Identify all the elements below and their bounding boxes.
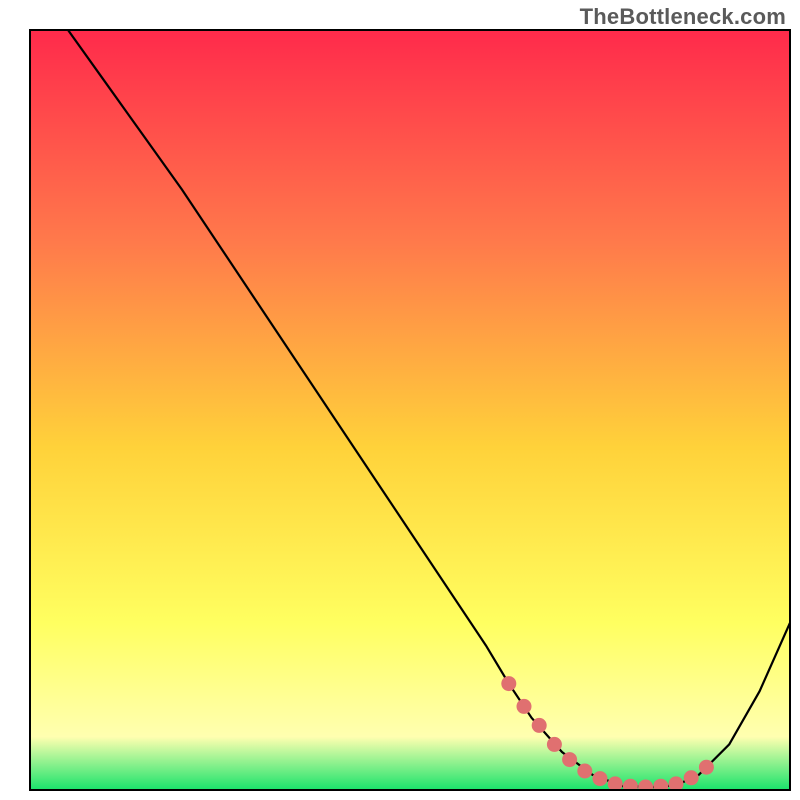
marker-dot	[593, 771, 608, 786]
marker-dot	[517, 699, 532, 714]
marker-dot	[547, 737, 562, 752]
marker-dot	[577, 764, 592, 779]
marker-dot	[653, 779, 668, 794]
gradient-background	[30, 30, 790, 790]
bottleneck-chart	[0, 0, 800, 800]
marker-dot	[638, 780, 653, 795]
marker-dot	[501, 676, 516, 691]
marker-dot	[623, 779, 638, 794]
chart-container: TheBottleneck.com	[0, 0, 800, 800]
marker-dot	[684, 770, 699, 785]
marker-dot	[699, 760, 714, 775]
marker-dot	[532, 718, 547, 733]
marker-dot	[562, 752, 577, 767]
